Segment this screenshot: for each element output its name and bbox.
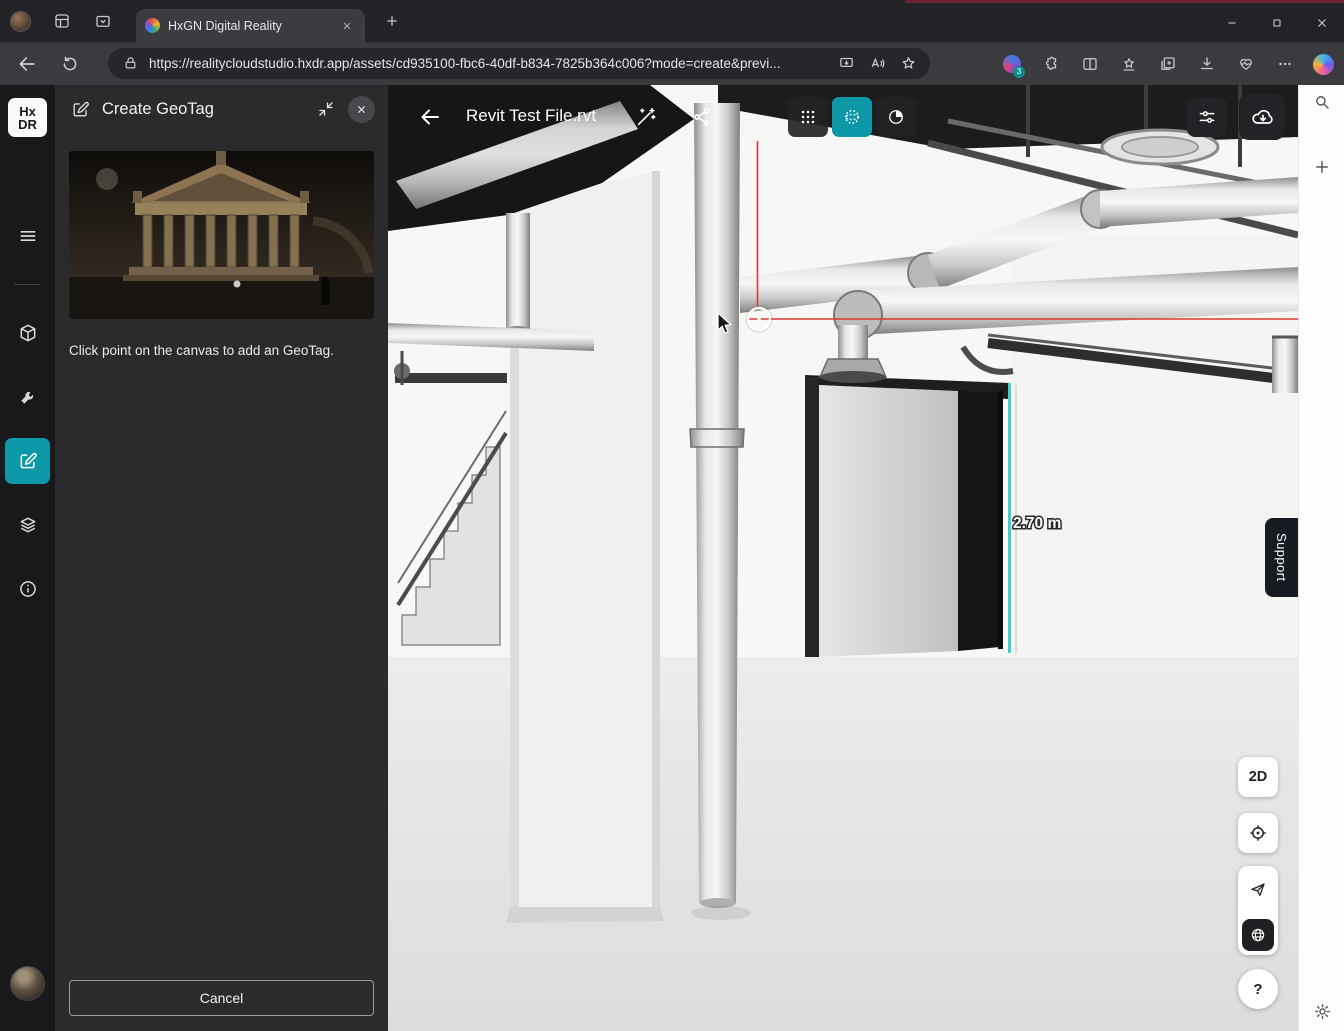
- support-label: Support: [1274, 533, 1289, 581]
- viewer-back-button[interactable]: [414, 101, 446, 133]
- mesh-mode-button[interactable]: [876, 97, 916, 137]
- geotag-edit-icon: [68, 97, 92, 121]
- refresh-icon[interactable]: [53, 47, 87, 81]
- close-panel-icon[interactable]: [348, 96, 375, 123]
- help-button[interactable]: ?: [1238, 969, 1278, 1009]
- doorway: [805, 375, 1016, 657]
- panel-title: Create GeoTag: [102, 100, 304, 119]
- sidebar-item-tools[interactable]: [0, 377, 55, 417]
- browser-essentials-icon[interactable]: [1229, 48, 1262, 81]
- file-title: Revit Test File.rvt: [466, 106, 596, 126]
- browser-tabstrip: HxGN Digital Reality: [0, 0, 1344, 42]
- support-tab[interactable]: Support: [1265, 518, 1298, 597]
- cancel-button[interactable]: Cancel: [69, 980, 374, 1016]
- user-avatar[interactable]: [10, 966, 45, 1001]
- url-text[interactable]: https://realitycloudstudio.hxdr.app/asse…: [149, 56, 827, 71]
- extension-badge-icon[interactable]: 3: [995, 48, 1028, 81]
- window-controls: [1209, 3, 1344, 42]
- edge-sidebar-rail: [1298, 85, 1344, 1031]
- settings-more-icon[interactable]: [1268, 48, 1301, 81]
- menu-icon[interactable]: [0, 216, 55, 256]
- split-screen-icon[interactable]: [1073, 48, 1106, 81]
- view-settings-button[interactable]: [1187, 97, 1227, 137]
- address-bar[interactable]: https://realitycloudstudio.hxdr.app/asse…: [108, 48, 930, 79]
- share-icon[interactable]: [686, 101, 718, 133]
- collapse-panel-icon[interactable]: [314, 97, 338, 121]
- geotag-thumbnail[interactable]: [69, 151, 374, 319]
- fly-navigation-button[interactable]: [1242, 872, 1274, 906]
- sidebar-item-create-geotag[interactable]: [0, 441, 55, 481]
- sphere-points-mode-button[interactable]: [832, 97, 872, 137]
- back-nav-icon[interactable]: [10, 47, 44, 81]
- sidebar-divider: [14, 284, 41, 285]
- minimize-button[interactable]: [1209, 3, 1254, 42]
- extension-badge-count: 3: [1013, 66, 1025, 78]
- view-2d-button[interactable]: 2D: [1238, 757, 1278, 797]
- locate-button[interactable]: [1238, 813, 1278, 853]
- create-geotag-panel: Create GeoTag: [55, 85, 388, 1031]
- maximize-button[interactable]: [1254, 3, 1299, 42]
- pointcloud-mode-button[interactable]: [788, 97, 828, 137]
- extensions-icon[interactable]: [1034, 48, 1067, 81]
- favorite-star-icon[interactable]: [896, 52, 920, 76]
- downloads-icon[interactable]: [1190, 48, 1223, 81]
- hxdr-logo[interactable]: Hx DR: [8, 98, 47, 137]
- globe-navigation-button[interactable]: [1242, 919, 1274, 951]
- navigation-pill: [1238, 866, 1278, 955]
- copilot-icon[interactable]: [1307, 48, 1340, 81]
- browser-toolbar: https://realitycloudstudio.hxdr.app/asse…: [0, 42, 1344, 85]
- cloud-download-button[interactable]: [1239, 94, 1285, 140]
- install-app-icon[interactable]: [834, 52, 858, 76]
- rail-search-icon[interactable]: [1307, 87, 1337, 117]
- geotag-instruction: Click point on the canvas to add an GeoT…: [69, 343, 376, 358]
- rail-add-icon[interactable]: [1307, 152, 1337, 182]
- sidebar-item-layers[interactable]: [0, 505, 55, 545]
- site-info-lock-icon[interactable]: [118, 52, 142, 76]
- close-button[interactable]: [1299, 3, 1344, 42]
- favorites-icon[interactable]: [1112, 48, 1145, 81]
- app-sidebar: Hx DR: [0, 85, 55, 1031]
- workspaces-icon[interactable]: [48, 8, 76, 34]
- read-aloud-icon[interactable]: [865, 52, 889, 76]
- tab-actions-icon[interactable]: [89, 8, 117, 34]
- tab-close-icon[interactable]: [338, 17, 356, 35]
- sidebar-item-assets[interactable]: [0, 313, 55, 353]
- panel-header: Create GeoTag: [55, 85, 388, 133]
- magic-wand-icon[interactable]: [630, 101, 662, 133]
- measurement-label: 2.70 m: [1013, 515, 1061, 532]
- toolbar-right-icons: 3: [995, 47, 1340, 81]
- collections-icon[interactable]: [1151, 48, 1184, 81]
- tab-favicon-icon: [145, 18, 160, 33]
- rail-settings-gear-icon[interactable]: [1307, 996, 1337, 1026]
- new-tab-button[interactable]: [378, 8, 406, 34]
- sidebar-item-info[interactable]: [0, 569, 55, 609]
- tab-title: HxGN Digital Reality: [168, 19, 330, 33]
- browser-profile-avatar[interactable]: [10, 11, 31, 32]
- browser-tab[interactable]: HxGN Digital Reality: [136, 9, 365, 42]
- viewer-canvas-area: 2.70 m Revit Test File.rvt Support 2D: [388, 85, 1298, 1031]
- viewer-3d-scene[interactable]: 2.70 m: [388, 85, 1298, 1031]
